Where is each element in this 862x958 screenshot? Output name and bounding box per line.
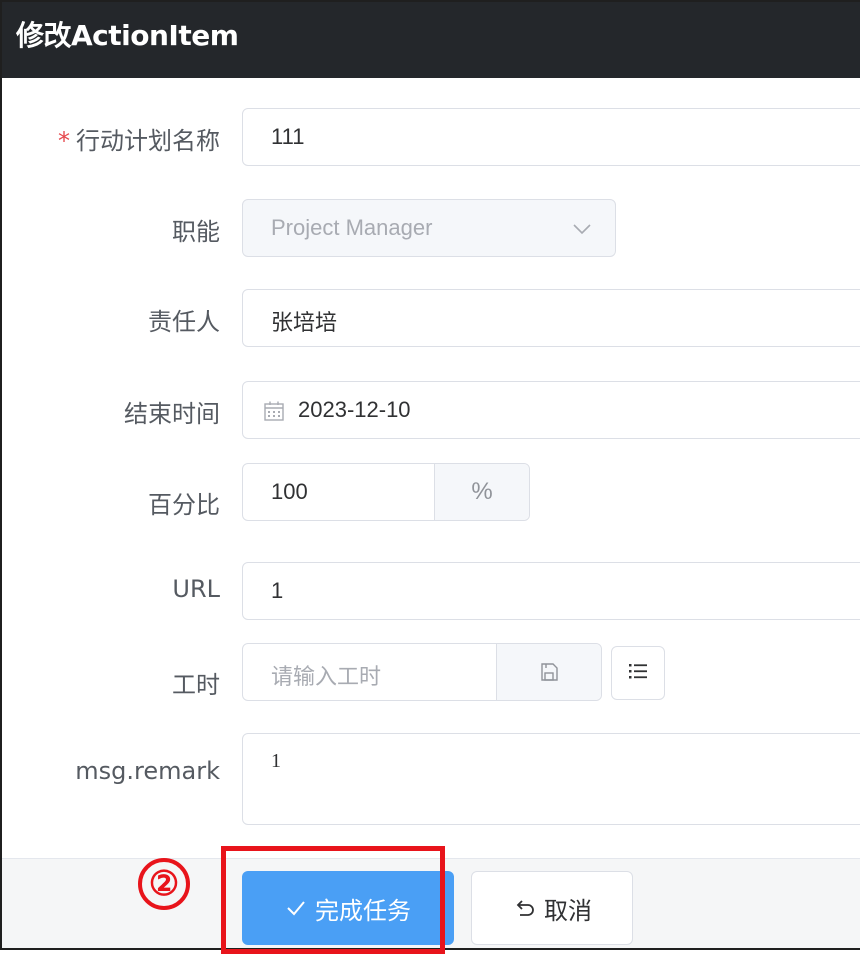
action-plan-name-value: 111 xyxy=(271,124,305,149)
undo-icon xyxy=(512,896,536,920)
dialog-title: 修改ActionItem xyxy=(16,19,239,52)
save-icon[interactable] xyxy=(496,644,601,700)
cancel-label: 取消 xyxy=(544,896,592,925)
percentage-value: 100 xyxy=(271,479,308,504)
owner-input[interactable]: 张培培 xyxy=(242,289,860,347)
required-mark: * xyxy=(58,127,70,155)
action-plan-name-label: * 行动计划名称 xyxy=(58,127,220,155)
remark-label: msg.remark xyxy=(75,757,220,785)
url-label: URL xyxy=(172,575,220,603)
cancel-button[interactable]: 取消 xyxy=(471,871,633,945)
function-value: Project Manager xyxy=(271,215,433,240)
owner-value: 张培培 xyxy=(271,311,338,336)
highlight-box xyxy=(221,846,445,954)
list-button[interactable] xyxy=(611,646,665,700)
percentage-unit: % xyxy=(434,464,529,520)
url-value: 1 xyxy=(271,578,284,603)
remark-textarea[interactable]: 1 xyxy=(242,733,860,825)
remark-value: 1 xyxy=(271,750,281,772)
percentage-label: 百分比 xyxy=(148,491,220,519)
form-row-remark: msg.remark 1 xyxy=(2,733,860,825)
dialog-header: 修改ActionItem xyxy=(2,2,860,78)
end-time-date-picker[interactable]: 2023-12-10 xyxy=(242,381,860,439)
form-row-owner: 责任人 张培培 xyxy=(2,289,860,347)
action-plan-name-input[interactable]: 111 xyxy=(242,108,860,166)
calendar-icon xyxy=(263,400,285,428)
end-time-label: 结束时间 xyxy=(124,400,220,428)
percentage-input[interactable]: 100 % xyxy=(242,463,530,521)
form-row-end-time: 结束时间 2023-12-10 xyxy=(2,381,860,439)
edit-action-item-dialog: 修改ActionItem * 行动计划名称 111 职能 Project Mana… xyxy=(0,0,860,950)
url-input[interactable]: 1 xyxy=(242,562,860,620)
list-icon xyxy=(626,659,650,687)
work-hours-label: 工时 xyxy=(172,671,220,699)
function-select[interactable]: Project Manager xyxy=(242,199,616,257)
chevron-down-icon xyxy=(571,218,593,246)
form-row-percentage: 百分比 100 % xyxy=(2,463,860,521)
owner-label: 责任人 xyxy=(148,308,220,336)
step-number-marker: ② xyxy=(138,858,190,910)
form-row-action-plan-name: * 行动计划名称 111 xyxy=(2,108,860,166)
form-row-function: 职能 Project Manager xyxy=(2,199,860,257)
end-time-value: 2023-12-10 xyxy=(298,397,411,422)
work-hours-placeholder: 请输入工时 xyxy=(271,665,382,690)
form-row-url: URL 1 xyxy=(2,562,860,620)
work-hours-input[interactable]: 请输入工时 xyxy=(242,643,602,701)
form-row-work-hours: 工时 请输入工时 xyxy=(2,643,860,701)
function-label: 职能 xyxy=(172,218,220,246)
